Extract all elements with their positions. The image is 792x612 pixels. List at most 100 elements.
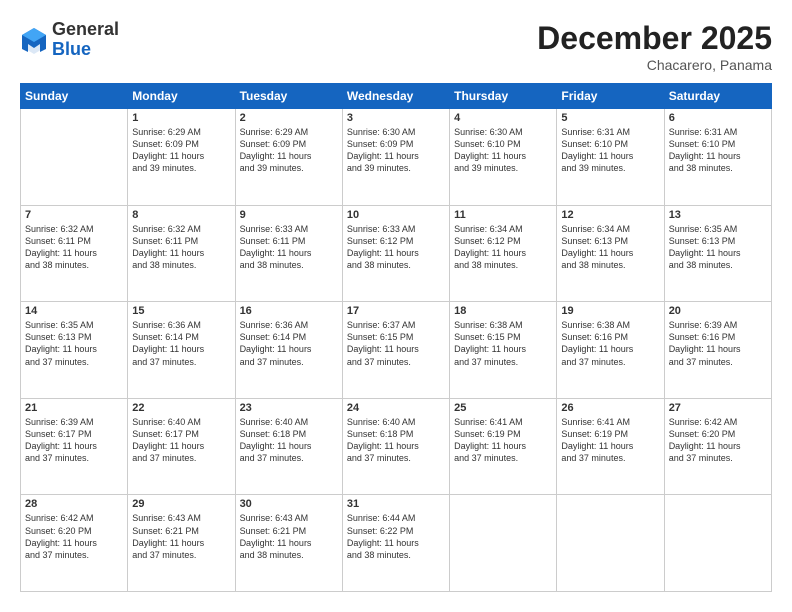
day-info: Sunrise: 6:31 AM Sunset: 6:10 PM Dayligh… — [561, 126, 659, 175]
calendar-cell: 16 Sunrise: 6:36 AM Sunset: 6:14 PM Dayli… — [235, 302, 342, 399]
day-number: 24 — [347, 402, 445, 414]
calendar-cell: 2Sunrise: 6:29 AM Sunset: 6:09 PM Daylig… — [235, 109, 342, 206]
title-block: December 2025 Chacarero, Panama — [537, 20, 772, 73]
day-info: Sunrise: 6:32 AM Sunset: 6:11 PM Dayligh… — [25, 223, 123, 272]
day-info: Sunrise: 6:35 AM Sunset: 6:13 PM Dayligh… — [25, 319, 123, 368]
calendar-cell: 30 Sunrise: 6:43 AM Sunset: 6:21 PM Dayli… — [235, 495, 342, 592]
day-number: 26 — [561, 402, 659, 414]
day-number: 10 — [347, 209, 445, 221]
day-number: 12 — [561, 209, 659, 221]
logo-icon — [20, 26, 48, 54]
calendar-week-row: 21 Sunrise: 6:39 AM Sunset: 6:17 PM Dayli… — [21, 398, 772, 495]
day-number: 14 — [25, 305, 123, 317]
day-info: Sunrise: 6:31 AM Sunset: 6:10 PM Dayligh… — [669, 126, 767, 175]
calendar-cell: 29 Sunrise: 6:43 AM Sunset: 6:21 PM Dayli… — [128, 495, 235, 592]
day-info: Sunrise: 6:33 AM Sunset: 6:12 PM Dayligh… — [347, 223, 445, 272]
day-info: Sunrise: 6:39 AM Sunset: 6:17 PM Dayligh… — [25, 416, 123, 465]
day-info: Sunrise: 6:36 AM Sunset: 6:14 PM Dayligh… — [240, 319, 338, 368]
location-subtitle: Chacarero, Panama — [537, 57, 772, 73]
day-info: Sunrise: 6:38 AM Sunset: 6:16 PM Dayligh… — [561, 319, 659, 368]
day-info: Sunrise: 6:34 AM Sunset: 6:12 PM Dayligh… — [454, 223, 552, 272]
day-number: 2 — [240, 112, 338, 124]
day-info: Sunrise: 6:30 AM Sunset: 6:09 PM Dayligh… — [347, 126, 445, 175]
day-info: Sunrise: 6:43 AM Sunset: 6:21 PM Dayligh… — [240, 512, 338, 561]
day-number: 19 — [561, 305, 659, 317]
day-info: Sunrise: 6:44 AM Sunset: 6:22 PM Dayligh… — [347, 512, 445, 561]
day-info: Sunrise: 6:32 AM Sunset: 6:11 PM Dayligh… — [132, 223, 230, 272]
calendar-cell — [557, 495, 664, 592]
header: General Blue December 2025 Chacarero, Pa… — [20, 20, 772, 73]
calendar-cell: 24 Sunrise: 6:40 AM Sunset: 6:18 PM Dayli… — [342, 398, 449, 495]
day-number: 11 — [454, 209, 552, 221]
calendar-cell: 28Sunrise: 6:42 AM Sunset: 6:20 PM Dayli… — [21, 495, 128, 592]
calendar-cell: 1 Sunrise: 6:29 AM Sunset: 6:09 PM Daylig… — [128, 109, 235, 206]
calendar-cell: 6 Sunrise: 6:31 AM Sunset: 6:10 PM Daylig… — [664, 109, 771, 206]
calendar-cell: 5Sunrise: 6:31 AM Sunset: 6:10 PM Daylig… — [557, 109, 664, 206]
calendar-week-row: 1 Sunrise: 6:29 AM Sunset: 6:09 PM Daylig… — [21, 109, 772, 206]
day-number: 30 — [240, 498, 338, 510]
day-info: Sunrise: 6:35 AM Sunset: 6:13 PM Dayligh… — [669, 223, 767, 272]
day-number: 22 — [132, 402, 230, 414]
calendar-cell: 26 Sunrise: 6:41 AM Sunset: 6:19 PM Dayli… — [557, 398, 664, 495]
day-number: 28 — [25, 498, 123, 510]
day-number: 16 — [240, 305, 338, 317]
day-info: Sunrise: 6:43 AM Sunset: 6:21 PM Dayligh… — [132, 512, 230, 561]
month-title: December 2025 — [537, 20, 772, 57]
calendar-cell: 23 Sunrise: 6:40 AM Sunset: 6:18 PM Dayli… — [235, 398, 342, 495]
day-info: Sunrise: 6:30 AM Sunset: 6:10 PM Dayligh… — [454, 126, 552, 175]
day-number: 20 — [669, 305, 767, 317]
calendar-cell: 13 Sunrise: 6:35 AM Sunset: 6:13 PM Dayli… — [664, 205, 771, 302]
day-number: 31 — [347, 498, 445, 510]
day-info: Sunrise: 6:41 AM Sunset: 6:19 PM Dayligh… — [561, 416, 659, 465]
day-number: 15 — [132, 305, 230, 317]
calendar-cell: 15 Sunrise: 6:36 AM Sunset: 6:14 PM Dayli… — [128, 302, 235, 399]
day-number: 23 — [240, 402, 338, 414]
calendar-cell: 22 Sunrise: 6:40 AM Sunset: 6:17 PM Dayli… — [128, 398, 235, 495]
day-info: Sunrise: 6:40 AM Sunset: 6:18 PM Dayligh… — [347, 416, 445, 465]
day-info: Sunrise: 6:40 AM Sunset: 6:18 PM Dayligh… — [240, 416, 338, 465]
day-number: 6 — [669, 112, 767, 124]
day-number: 4 — [454, 112, 552, 124]
day-number: 9 — [240, 209, 338, 221]
day-info: Sunrise: 6:38 AM Sunset: 6:15 PM Dayligh… — [454, 319, 552, 368]
day-number: 7 — [25, 209, 123, 221]
day-info: Sunrise: 6:37 AM Sunset: 6:15 PM Dayligh… — [347, 319, 445, 368]
calendar-cell: 25 Sunrise: 6:41 AM Sunset: 6:19 PM Dayli… — [450, 398, 557, 495]
calendar-cell: 4 Sunrise: 6:30 AM Sunset: 6:10 PM Daylig… — [450, 109, 557, 206]
day-info: Sunrise: 6:34 AM Sunset: 6:13 PM Dayligh… — [561, 223, 659, 272]
calendar-cell: 19 Sunrise: 6:38 AM Sunset: 6:16 PM Dayli… — [557, 302, 664, 399]
day-number: 29 — [132, 498, 230, 510]
calendar-cell: 12 Sunrise: 6:34 AM Sunset: 6:13 PM Dayli… — [557, 205, 664, 302]
page: General Blue December 2025 Chacarero, Pa… — [0, 0, 792, 612]
calendar-cell: 3Sunrise: 6:30 AM Sunset: 6:09 PM Daylig… — [342, 109, 449, 206]
day-number: 25 — [454, 402, 552, 414]
day-info: Sunrise: 6:40 AM Sunset: 6:17 PM Dayligh… — [132, 416, 230, 465]
logo: General Blue — [20, 20, 119, 60]
calendar-cell: 18 Sunrise: 6:38 AM Sunset: 6:15 PM Dayli… — [450, 302, 557, 399]
calendar-cell — [664, 495, 771, 592]
day-number: 17 — [347, 305, 445, 317]
col-saturday: Saturday — [664, 84, 771, 109]
day-number: 1 — [132, 112, 230, 124]
day-number: 13 — [669, 209, 767, 221]
day-info: Sunrise: 6:41 AM Sunset: 6:19 PM Dayligh… — [454, 416, 552, 465]
col-thursday: Thursday — [450, 84, 557, 109]
calendar-cell: 9 Sunrise: 6:33 AM Sunset: 6:11 PM Daylig… — [235, 205, 342, 302]
calendar-cell: 10 Sunrise: 6:33 AM Sunset: 6:12 PM Dayli… — [342, 205, 449, 302]
day-info: Sunrise: 6:39 AM Sunset: 6:16 PM Dayligh… — [669, 319, 767, 368]
calendar-cell: 31 Sunrise: 6:44 AM Sunset: 6:22 PM Dayli… — [342, 495, 449, 592]
calendar-header-row: Sunday Monday Tuesday Wednesday Thursday… — [21, 84, 772, 109]
calendar-week-row: 7 Sunrise: 6:32 AM Sunset: 6:11 PM Daylig… — [21, 205, 772, 302]
calendar-week-row: 14 Sunrise: 6:35 AM Sunset: 6:13 PM Dayli… — [21, 302, 772, 399]
day-info: Sunrise: 6:29 AM Sunset: 6:09 PM Dayligh… — [132, 126, 230, 175]
logo-general: General — [52, 20, 119, 40]
day-number: 18 — [454, 305, 552, 317]
calendar-cell: 27Sunrise: 6:42 AM Sunset: 6:20 PM Dayli… — [664, 398, 771, 495]
day-info: Sunrise: 6:36 AM Sunset: 6:14 PM Dayligh… — [132, 319, 230, 368]
day-info: Sunrise: 6:33 AM Sunset: 6:11 PM Dayligh… — [240, 223, 338, 272]
calendar-cell: 21 Sunrise: 6:39 AM Sunset: 6:17 PM Dayli… — [21, 398, 128, 495]
calendar-cell: 14 Sunrise: 6:35 AM Sunset: 6:13 PM Dayli… — [21, 302, 128, 399]
day-number: 21 — [25, 402, 123, 414]
logo-blue: Blue — [52, 40, 119, 60]
col-monday: Monday — [128, 84, 235, 109]
